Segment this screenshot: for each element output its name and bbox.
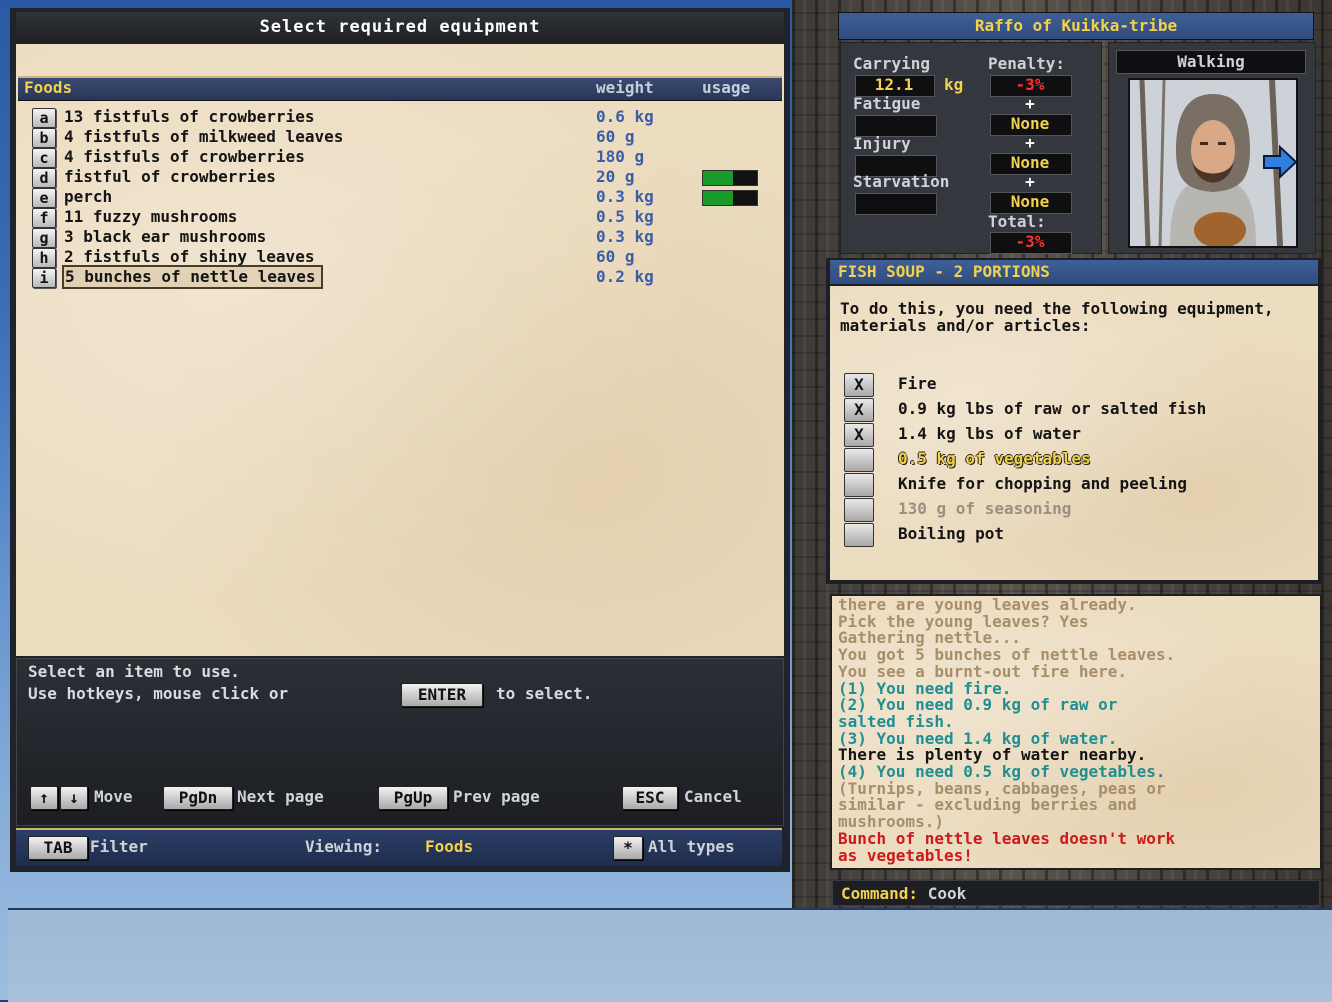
move-label: Move bbox=[94, 787, 133, 806]
usage-bar-fill bbox=[703, 171, 733, 185]
total-value: -3% bbox=[1015, 232, 1045, 251]
carrying-value: 12.1 bbox=[874, 75, 914, 94]
item-weight: 20 g bbox=[596, 167, 635, 186]
weight-column-header: weight bbox=[596, 78, 654, 97]
panel-title: Select required equipment bbox=[16, 12, 784, 42]
command-label: Command: bbox=[841, 884, 919, 903]
item-row-name[interactable]: 11 fuzzy mushrooms bbox=[64, 207, 237, 227]
hotkey-i[interactable]: i bbox=[32, 268, 56, 288]
penalty-label: Penalty: bbox=[988, 54, 1066, 73]
requirement-text: 130 g of seasoning bbox=[898, 499, 1072, 518]
penalty-value: -3% bbox=[1015, 75, 1045, 94]
requirement-checkbox bbox=[844, 473, 874, 497]
log-line: Bunch of nettle leaves doesn't work bbox=[838, 828, 1176, 848]
usage-bar-fill bbox=[703, 191, 733, 205]
recipe-title: FISH SOUP - 2 PORTIONS bbox=[830, 260, 1318, 284]
hotkey-h[interactable]: h bbox=[32, 248, 56, 268]
command-value: Cook bbox=[927, 884, 967, 903]
usage-bar bbox=[702, 190, 758, 206]
arrow-right-icon[interactable] bbox=[1262, 144, 1298, 180]
plus-sign: + bbox=[1025, 94, 1035, 113]
requirement-checkbox: X bbox=[844, 423, 874, 447]
item-row-name[interactable]: 2 fistfuls of shiny leaves bbox=[64, 247, 314, 267]
hotkey-a[interactable]: a bbox=[32, 108, 56, 128]
viewing-label: Viewing: bbox=[305, 837, 383, 856]
hotkey-b[interactable]: b bbox=[32, 128, 56, 148]
bottom-bar bbox=[8, 908, 1332, 1002]
arrow-up-key-icon[interactable]: ↑ bbox=[30, 786, 58, 810]
carrying-label: Carrying bbox=[853, 54, 931, 73]
item-weight: 0.2 kg bbox=[596, 267, 654, 286]
category-label: Foods bbox=[24, 78, 73, 97]
item-weight: 0.3 kg bbox=[596, 187, 654, 206]
requirement-checkbox: X bbox=[844, 373, 874, 397]
next-page-label: Next page bbox=[237, 787, 324, 806]
usage-bar bbox=[702, 170, 758, 186]
movement-state: Walking bbox=[1116, 50, 1306, 74]
all-types-key[interactable]: * bbox=[613, 836, 643, 860]
hotkey-f[interactable]: f bbox=[32, 208, 56, 228]
hotkey-e[interactable]: e bbox=[32, 188, 56, 208]
injury-label: Injury bbox=[853, 134, 911, 153]
hotkey-g[interactable]: g bbox=[32, 228, 56, 248]
arrow-down-key-icon[interactable]: ↓ bbox=[60, 786, 88, 810]
plus-sign: + bbox=[1025, 172, 1035, 191]
requirement-checkbox bbox=[844, 448, 874, 472]
requirement-checkbox bbox=[844, 498, 874, 522]
list-header bbox=[18, 76, 782, 101]
item-weight: 180 g bbox=[596, 147, 645, 166]
requirement-checkbox: X bbox=[844, 398, 874, 422]
item-row-name[interactable]: perch bbox=[64, 187, 112, 207]
help-line-2: Use hotkeys, mouse click or bbox=[28, 684, 289, 703]
total-label: Total: bbox=[988, 212, 1046, 231]
filter-label: Filter bbox=[90, 837, 148, 856]
item-weight: 60 g bbox=[596, 247, 635, 266]
starvation-penalty: None bbox=[1010, 192, 1050, 211]
item-weight: 0.6 kg bbox=[596, 107, 654, 126]
item-weight: 0.5 kg bbox=[596, 207, 654, 226]
carrying-unit: kg bbox=[944, 75, 964, 94]
hotkey-c[interactable]: c bbox=[32, 148, 56, 168]
character-name: Raffo of Kuikka-tribe bbox=[838, 12, 1314, 40]
cancel-label: Cancel bbox=[684, 787, 742, 806]
requirement-text: Boiling pot bbox=[898, 524, 1004, 543]
item-row-name[interactable]: 3 black ear mushrooms bbox=[64, 227, 266, 247]
tab-key[interactable]: TAB bbox=[28, 836, 88, 860]
help-line-2-end: to select. bbox=[496, 684, 593, 703]
requirement-text: Knife for chopping and peeling bbox=[898, 474, 1187, 493]
item-row-name[interactable]: 4 fistfuls of milkweed leaves bbox=[64, 127, 343, 147]
starvation-label: Starvation bbox=[853, 172, 950, 191]
item-row-name[interactable]: fistful of crowberries bbox=[64, 167, 276, 187]
esc-key[interactable]: ESC bbox=[622, 786, 678, 810]
plus-sign: + bbox=[1025, 133, 1035, 152]
item-row-name[interactable]: 5 bunches of nettle leaves bbox=[61, 265, 324, 289]
item-row-name[interactable]: 4 fistfuls of crowberries bbox=[64, 147, 305, 167]
hotkey-d[interactable]: d bbox=[32, 168, 56, 188]
requirement-text: Fire bbox=[898, 374, 937, 393]
help-line-1: Select an item to use. bbox=[28, 662, 240, 681]
starvation-bar bbox=[855, 193, 937, 215]
requirement-text: 0.9 kg lbs of raw or salted fish bbox=[898, 399, 1207, 418]
prev-page-label: Prev page bbox=[453, 787, 540, 806]
enter-key[interactable]: ENTER bbox=[401, 683, 483, 707]
item-weight: 0.3 kg bbox=[596, 227, 654, 246]
requirement-text: 0.5 kg of vegetables bbox=[898, 449, 1091, 468]
recipe-intro: To do this, you need the following equip… bbox=[840, 299, 1274, 335]
usage-column-header: usage bbox=[702, 78, 751, 97]
item-row-name[interactable]: 13 fistfuls of crowberries bbox=[64, 107, 314, 127]
item-weight: 60 g bbox=[596, 127, 635, 146]
fatigue-penalty: None bbox=[1010, 114, 1050, 133]
requirement-checkbox bbox=[844, 523, 874, 547]
pgdn-key[interactable]: PgDn bbox=[163, 786, 233, 810]
viewing-value: Foods bbox=[425, 837, 474, 856]
log-line: You see a burnt-out fire here. bbox=[838, 661, 1127, 681]
all-types-label: All types bbox=[648, 837, 735, 856]
pgup-key[interactable]: PgUp bbox=[378, 786, 448, 810]
command-bar: Command: Cook bbox=[832, 880, 1320, 906]
requirement-text: 1.4 kg lbs of water bbox=[898, 424, 1082, 443]
injury-penalty: None bbox=[1010, 153, 1050, 172]
log-line: as vegetables! bbox=[838, 845, 973, 865]
fatigue-label: Fatigue bbox=[853, 94, 921, 113]
